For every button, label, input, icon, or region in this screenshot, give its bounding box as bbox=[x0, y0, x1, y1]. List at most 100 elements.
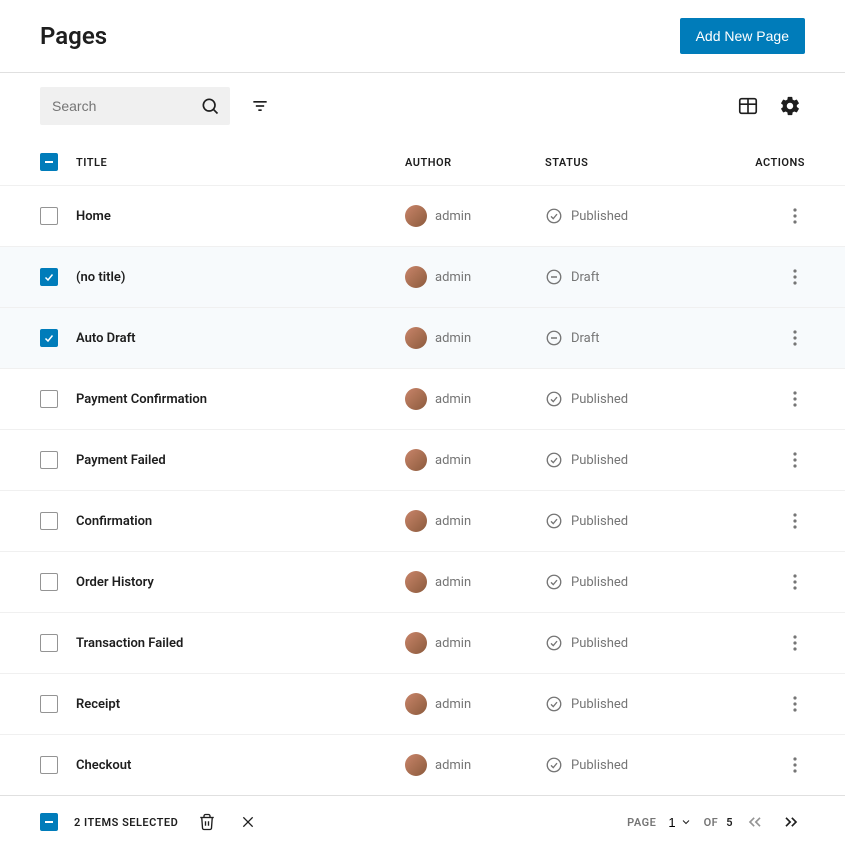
published-icon bbox=[545, 207, 563, 225]
row-actions-button[interactable] bbox=[785, 387, 805, 411]
table-row[interactable]: CheckoutadminPublished bbox=[0, 734, 845, 795]
select-all-checkbox[interactable] bbox=[40, 153, 58, 171]
row-title[interactable]: Order History bbox=[76, 575, 154, 590]
total-pages: 5 bbox=[726, 816, 733, 829]
avatar bbox=[405, 754, 427, 776]
row-title[interactable]: Home bbox=[76, 209, 111, 224]
row-title[interactable]: Receipt bbox=[76, 697, 120, 712]
more-vertical-icon bbox=[793, 391, 797, 407]
row-author: admin bbox=[435, 453, 471, 468]
row-checkbox[interactable] bbox=[40, 451, 58, 469]
row-checkbox[interactable] bbox=[40, 390, 58, 408]
column-header-author[interactable]: Author bbox=[405, 156, 545, 169]
row-actions-button[interactable] bbox=[785, 204, 805, 228]
table-row[interactable]: Order HistoryadminPublished bbox=[0, 551, 845, 612]
row-status: Published bbox=[571, 514, 628, 529]
more-vertical-icon bbox=[793, 757, 797, 773]
table-row[interactable]: Auto DraftadminDraft bbox=[0, 307, 845, 368]
avatar bbox=[405, 510, 427, 532]
add-new-page-button[interactable]: Add New Page bbox=[680, 18, 805, 54]
draft-icon bbox=[545, 268, 563, 286]
row-author: admin bbox=[435, 636, 471, 651]
row-status: Draft bbox=[571, 331, 600, 346]
row-actions-button[interactable] bbox=[785, 692, 805, 716]
view-toggle-button[interactable] bbox=[733, 91, 763, 121]
row-status: Published bbox=[571, 392, 628, 407]
row-checkbox[interactable] bbox=[40, 207, 58, 225]
row-status: Published bbox=[571, 209, 628, 224]
avatar bbox=[405, 693, 427, 715]
table-row[interactable]: Transaction Failed admin Published bbox=[0, 612, 845, 673]
more-vertical-icon bbox=[793, 635, 797, 651]
avatar bbox=[405, 266, 427, 288]
row-author: admin bbox=[435, 575, 471, 590]
more-vertical-icon bbox=[793, 574, 797, 590]
table-header: Title Author Status Actions bbox=[0, 139, 845, 185]
clear-selection-button[interactable] bbox=[236, 810, 260, 834]
row-author: admin bbox=[435, 392, 471, 407]
published-icon bbox=[545, 756, 563, 774]
row-actions-button[interactable] bbox=[785, 265, 805, 289]
current-page-number: 1 bbox=[668, 815, 675, 830]
trash-icon bbox=[198, 813, 216, 831]
row-checkbox[interactable] bbox=[40, 329, 58, 347]
row-title[interactable]: (no title) bbox=[76, 270, 125, 285]
row-actions-button[interactable] bbox=[785, 570, 805, 594]
close-icon bbox=[240, 814, 256, 830]
row-actions-button[interactable] bbox=[785, 509, 805, 533]
avatar bbox=[405, 388, 427, 410]
row-status: Published bbox=[571, 636, 628, 651]
table-row[interactable]: ReceiptadminPublished bbox=[0, 673, 845, 734]
published-icon bbox=[545, 573, 563, 591]
row-title[interactable]: Payment Confirmation bbox=[76, 392, 207, 407]
row-checkbox[interactable] bbox=[40, 634, 58, 652]
row-title[interactable]: Checkout bbox=[76, 758, 131, 773]
delete-selected-button[interactable] bbox=[194, 809, 220, 835]
row-status: Published bbox=[571, 697, 628, 712]
row-author: admin bbox=[435, 209, 471, 224]
table-row[interactable]: Payment Confirmation admin Published bbox=[0, 368, 845, 429]
row-author: admin bbox=[435, 270, 471, 285]
page-selector[interactable]: 1 bbox=[664, 815, 695, 830]
avatar bbox=[405, 327, 427, 349]
row-title[interactable]: Auto Draft bbox=[76, 331, 136, 346]
avatar bbox=[405, 205, 427, 227]
table-row[interactable]: (no title)adminDraft bbox=[0, 246, 845, 307]
row-title[interactable]: Payment Failed bbox=[76, 453, 166, 468]
row-checkbox[interactable] bbox=[40, 756, 58, 774]
row-checkbox[interactable] bbox=[40, 695, 58, 713]
row-checkbox[interactable] bbox=[40, 268, 58, 286]
row-actions-button[interactable] bbox=[785, 448, 805, 472]
column-header-actions: Actions bbox=[745, 156, 805, 169]
search-icon bbox=[200, 96, 220, 116]
published-icon bbox=[545, 695, 563, 713]
row-title[interactable]: Transaction Failed bbox=[76, 636, 183, 651]
row-title[interactable]: Confirmation bbox=[76, 514, 152, 529]
next-page-button[interactable] bbox=[777, 808, 805, 836]
more-vertical-icon bbox=[793, 696, 797, 712]
footer-select-checkbox[interactable] bbox=[40, 813, 58, 831]
draft-icon bbox=[545, 329, 563, 347]
table-row[interactable]: Home admin Published bbox=[0, 185, 845, 246]
row-actions-button[interactable] bbox=[785, 326, 805, 350]
page-title: Pages bbox=[40, 22, 107, 50]
chevron-down-icon bbox=[680, 816, 692, 828]
avatar bbox=[405, 571, 427, 593]
filter-button[interactable] bbox=[246, 92, 274, 120]
chevron-double-right-icon bbox=[781, 812, 801, 832]
column-header-status[interactable]: Status bbox=[545, 156, 745, 169]
row-actions-button[interactable] bbox=[785, 631, 805, 655]
row-actions-button[interactable] bbox=[785, 753, 805, 777]
row-status: Published bbox=[571, 453, 628, 468]
table-row[interactable]: ConfirmationadminPublished bbox=[0, 490, 845, 551]
row-checkbox[interactable] bbox=[40, 512, 58, 530]
published-icon bbox=[545, 451, 563, 469]
table-row[interactable]: Payment Failed admin Published bbox=[0, 429, 845, 490]
settings-button[interactable] bbox=[775, 91, 805, 121]
row-status: Published bbox=[571, 758, 628, 773]
prev-page-button[interactable] bbox=[741, 808, 769, 836]
avatar bbox=[405, 632, 427, 654]
column-header-title[interactable]: Title bbox=[76, 156, 405, 169]
row-checkbox[interactable] bbox=[40, 573, 58, 591]
more-vertical-icon bbox=[793, 208, 797, 224]
